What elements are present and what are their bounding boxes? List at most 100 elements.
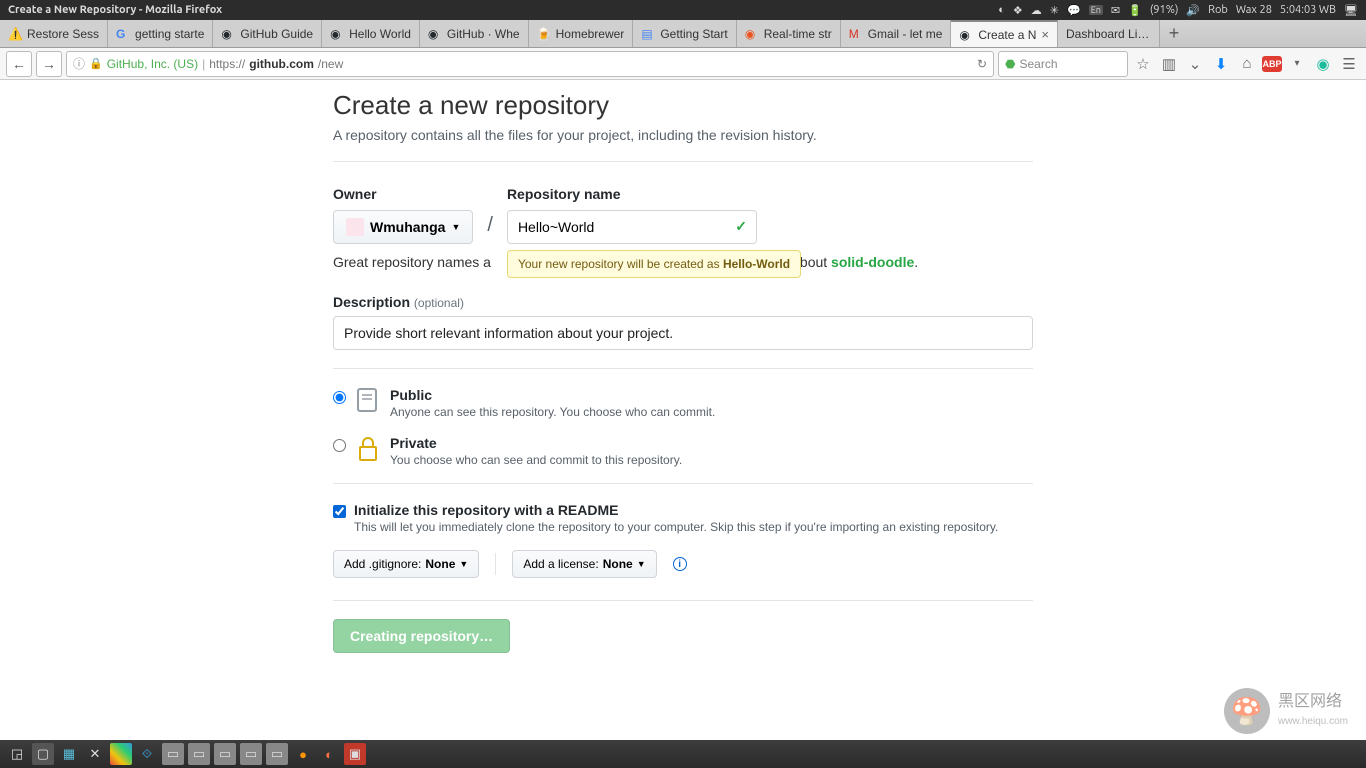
app-icon[interactable]: ◐ bbox=[318, 743, 340, 765]
description-input[interactable] bbox=[333, 316, 1033, 350]
new-tab-button[interactable]: + bbox=[1160, 20, 1188, 47]
battery-icon[interactable]: 🔋 bbox=[1128, 4, 1142, 17]
drive-icon[interactable]: ▭ bbox=[162, 743, 184, 765]
divider bbox=[495, 553, 496, 575]
homebrew-icon: 🍺 bbox=[537, 27, 551, 41]
adblock-icon[interactable]: ABP bbox=[1262, 56, 1282, 72]
owner-label: Owner bbox=[333, 186, 473, 202]
github-icon: ◉ bbox=[330, 27, 344, 41]
divider bbox=[333, 368, 1033, 369]
github-icon: ◉ bbox=[221, 27, 235, 41]
browser-tabstrip: ⚠️Restore Sess Ggetting starte ◉GitHub G… bbox=[0, 20, 1366, 48]
create-repository-button[interactable]: Creating repository… bbox=[333, 619, 510, 653]
divider bbox=[333, 161, 1033, 162]
bookmark-star-icon[interactable]: ☆ bbox=[1132, 53, 1154, 75]
lock-icon: 🔒 bbox=[89, 57, 103, 70]
page-title: Create a new repository bbox=[333, 90, 1033, 121]
user-name[interactable]: Rob bbox=[1208, 4, 1228, 16]
description-label: Description (optional) bbox=[333, 294, 1033, 310]
gitignore-select[interactable]: Add .gitignore: None ▼ bbox=[333, 550, 479, 578]
info-icon[interactable]: ⓘ bbox=[73, 55, 85, 72]
workspace-icon[interactable] bbox=[110, 743, 132, 765]
info-icon[interactable]: i bbox=[673, 557, 687, 571]
tab-ubuntu[interactable]: ◉Real-time str bbox=[737, 20, 841, 47]
forward-button[interactable]: → bbox=[36, 51, 62, 77]
reload-icon[interactable]: ↻ bbox=[977, 57, 987, 71]
tab-restore[interactable]: ⚠️Restore Sess bbox=[0, 20, 108, 47]
drive-icon[interactable]: ▭ bbox=[266, 743, 288, 765]
divider bbox=[333, 483, 1033, 484]
date: Wax 28 bbox=[1236, 4, 1272, 16]
name-suggestion-tooltip: Your new repository will be created as H… bbox=[507, 250, 801, 278]
pocket-icon[interactable]: ⌄ bbox=[1184, 53, 1206, 75]
chevron-down-icon[interactable]: ▾ bbox=[1286, 53, 1308, 75]
repo-name-input[interactable] bbox=[507, 210, 757, 244]
watermark: 🍄 黑区网络www.heiqu.com bbox=[1224, 688, 1348, 734]
show-desktop-icon[interactable]: ◲ bbox=[6, 743, 28, 765]
slash-separator: / bbox=[487, 214, 493, 237]
tab-getting-started[interactable]: Ggetting starte bbox=[108, 20, 213, 47]
menu-icon[interactable]: ☰ bbox=[1338, 53, 1360, 75]
tab-create-repo[interactable]: ◉Create a N× bbox=[951, 20, 1058, 47]
tools-icon[interactable]: ✕ bbox=[84, 743, 106, 765]
watermark-logo-icon: 🍄 bbox=[1224, 688, 1270, 734]
readme-title: Initialize this repository with a README bbox=[354, 502, 618, 518]
app-icon[interactable]: ▦ bbox=[58, 743, 80, 765]
site-identity: GitHub, Inc. (US) bbox=[107, 57, 198, 71]
drive-icon[interactable]: ▭ bbox=[214, 743, 236, 765]
owner-select[interactable]: Wmuhanga ▼ bbox=[333, 210, 473, 244]
page-content: Create a new repository A repository con… bbox=[0, 80, 1366, 740]
ubuntu-icon: ◉ bbox=[745, 27, 759, 41]
tab-github-where[interactable]: ◉GitHub · Whe bbox=[420, 20, 529, 47]
address-bar[interactable]: ⓘ 🔒 GitHub, Inc. (US) | https://github.c… bbox=[66, 51, 994, 77]
readme-checkbox[interactable] bbox=[333, 505, 346, 518]
tray-icon[interactable]: ✳ bbox=[1050, 4, 1059, 17]
drive-icon[interactable]: ▭ bbox=[188, 743, 210, 765]
tab-gmail[interactable]: MGmail - let me bbox=[841, 20, 952, 47]
tab-homebrew[interactable]: 🍺Homebrewer bbox=[529, 20, 634, 47]
warning-icon: ⚠️ bbox=[8, 27, 22, 41]
tab-docs[interactable]: ▤Getting Start bbox=[633, 20, 736, 47]
display-icon[interactable]: 🖥 bbox=[1344, 4, 1358, 17]
battery-text: (91%) bbox=[1150, 4, 1179, 16]
close-icon[interactable]: × bbox=[1041, 27, 1049, 42]
caret-down-icon: ▼ bbox=[451, 222, 460, 232]
repo-icon bbox=[356, 387, 380, 415]
google-icon: G bbox=[116, 27, 130, 41]
search-engine-icon: ⬣ bbox=[1005, 57, 1015, 71]
lock-icon bbox=[356, 435, 380, 463]
files-icon[interactable]: ▢ bbox=[32, 743, 54, 765]
library-icon[interactable]: ▥ bbox=[1158, 53, 1180, 75]
tab-github-guide[interactable]: ◉GitHub Guide bbox=[213, 20, 322, 47]
tray-icon[interactable]: 💬 bbox=[1067, 4, 1081, 17]
divider bbox=[333, 600, 1033, 601]
home-icon[interactable]: ⌂ bbox=[1236, 53, 1258, 75]
public-radio[interactable] bbox=[333, 391, 346, 404]
firefox-icon[interactable]: ● bbox=[292, 743, 314, 765]
time: 5:04:03 WB bbox=[1280, 4, 1336, 16]
extension-icon[interactable]: ◉ bbox=[1312, 53, 1334, 75]
volume-icon[interactable]: 🔊 bbox=[1186, 4, 1200, 17]
private-radio[interactable] bbox=[333, 439, 346, 452]
tray-icon[interactable]: En bbox=[1089, 5, 1103, 15]
os-taskbar: ◲ ▢ ▦ ✕ ⟐ ▭ ▭ ▭ ▭ ▭ ● ◐ ▣ bbox=[0, 740, 1366, 768]
tray-icon[interactable]: ✉ bbox=[1111, 4, 1120, 17]
search-input[interactable]: ⬣Search bbox=[998, 51, 1128, 77]
vscode-icon[interactable]: ⟐ bbox=[136, 743, 158, 765]
back-button[interactable]: ← bbox=[6, 51, 32, 77]
suggestion-link[interactable]: solid-doodle bbox=[831, 254, 914, 270]
tab-hello-world[interactable]: ◉Hello World bbox=[322, 20, 420, 47]
check-icon: ✓ bbox=[735, 218, 747, 235]
drive-icon[interactable]: ▭ bbox=[240, 743, 262, 765]
tray-icon[interactable]: ◐ bbox=[998, 4, 1005, 16]
private-sub: You choose who can see and commit to thi… bbox=[390, 453, 682, 467]
app-icon[interactable]: ▣ bbox=[344, 743, 366, 765]
tray-icon[interactable]: ☁ bbox=[1031, 4, 1042, 17]
github-icon: ◉ bbox=[428, 27, 442, 41]
tab-dashboard[interactable]: Dashboard Linux bbox=[1058, 20, 1160, 47]
license-select[interactable]: Add a license: None ▼ bbox=[512, 550, 656, 578]
os-menubar: Create a New Repository - Mozilla Firefo… bbox=[0, 0, 1366, 20]
page-subtitle: A repository contains all the files for … bbox=[333, 127, 1033, 143]
downloads-icon[interactable]: ⬇ bbox=[1210, 53, 1232, 75]
tray-icon[interactable]: ❖ bbox=[1013, 4, 1023, 17]
